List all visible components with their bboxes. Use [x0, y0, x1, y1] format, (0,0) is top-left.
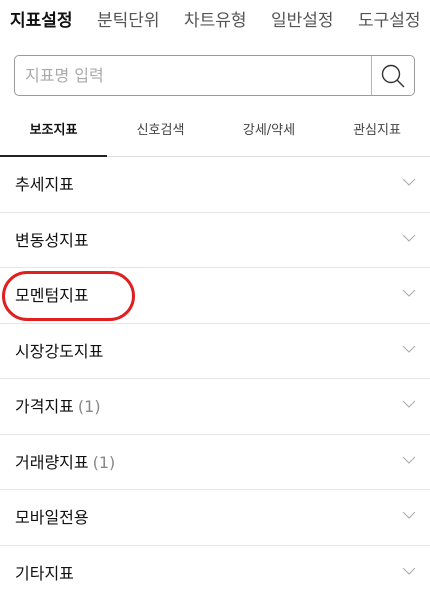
category-label: 변동성지표 — [15, 213, 93, 268]
category-label: 모멘텀지표 — [15, 268, 93, 323]
category-trend[interactable]: 추세지표 — [0, 157, 430, 213]
sub-tab-bar: 보조지표 신호검색 강세/약세 관심지표 — [0, 106, 430, 157]
search-box — [14, 55, 415, 96]
category-label: 거래량지표(1) — [15, 435, 115, 490]
category-label: 추세지표 — [15, 157, 78, 212]
category-mobile-only[interactable]: 모바일전용 — [0, 490, 430, 546]
search-icon — [380, 63, 406, 89]
tab-general-settings[interactable]: 일반설정 — [271, 0, 334, 43]
top-tab-bar: 지표설정 분틱단위 차트유형 일반설정 도구설정 — [0, 0, 430, 44]
chevron-down-icon — [402, 345, 416, 353]
tab-tick-unit[interactable]: 분틱단위 — [97, 0, 160, 43]
search-button[interactable] — [372, 56, 414, 95]
search-input[interactable] — [15, 56, 371, 95]
chevron-down-icon — [402, 567, 416, 575]
indicator-category-list: 추세지표 변동성지표 모멘텀지표 시장강도지표 가격지표(1) 거래량지표(1)… — [0, 157, 430, 601]
subtab-auxiliary-indicators[interactable]: 보조지표 — [0, 106, 107, 156]
category-label: 모바일전용 — [15, 490, 93, 545]
tab-chart-type[interactable]: 차트유형 — [184, 0, 247, 43]
category-label: 가격지표(1) — [15, 379, 101, 434]
category-price[interactable]: 가격지표(1) — [0, 379, 430, 435]
chevron-down-icon — [402, 234, 416, 242]
category-label: 기타지표 — [15, 546, 78, 601]
category-label: 시장강도지표 — [15, 324, 107, 379]
chevron-down-icon — [402, 178, 416, 186]
category-momentum[interactable]: 모멘텀지표 — [0, 268, 430, 324]
subtab-favorites[interactable]: 관심지표 — [324, 106, 430, 156]
category-market-strength[interactable]: 시장강도지표 — [0, 324, 430, 380]
tab-indicator-settings[interactable]: 지표설정 — [10, 0, 73, 43]
chevron-down-icon — [402, 456, 416, 464]
subtab-bull-bear[interactable]: 강세/약세 — [214, 106, 324, 156]
subtab-signal-search[interactable]: 신호검색 — [107, 106, 214, 156]
category-other[interactable]: 기타지표 — [0, 546, 430, 601]
category-volume[interactable]: 거래량지표(1) — [0, 435, 430, 491]
chevron-down-icon — [402, 400, 416, 408]
category-volatility[interactable]: 변동성지표 — [0, 213, 430, 269]
tab-tool-settings[interactable]: 도구설정 — [358, 0, 421, 43]
chevron-down-icon — [402, 511, 416, 519]
chevron-down-icon — [402, 289, 416, 297]
